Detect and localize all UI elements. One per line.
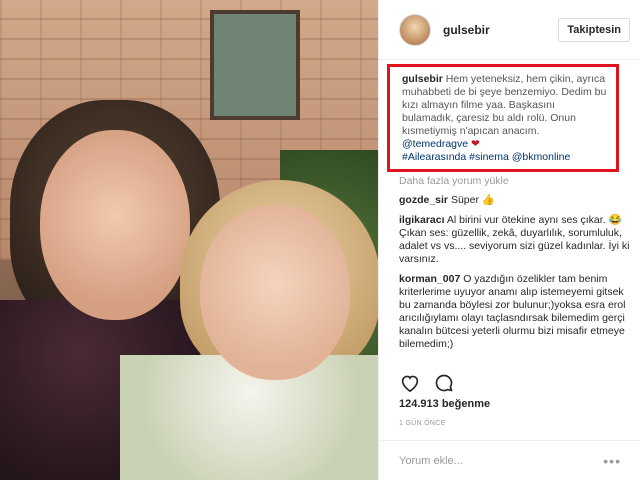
post-photo[interactable] — [0, 0, 378, 480]
caption-username[interactable]: gulsebir — [402, 73, 443, 85]
comment-username[interactable]: ilgikaracı — [399, 214, 445, 226]
caption-mention[interactable]: @bkmonline — [512, 151, 571, 163]
load-more-comments-link[interactable]: Daha fazla yorum yükle — [399, 175, 631, 187]
comment-item: ilgikaracı Al birini vur ötekine aynı se… — [399, 214, 631, 266]
comment-text: Süper 👍 — [450, 194, 495, 206]
likes-count[interactable]: 124.913 beğenme — [399, 398, 490, 410]
header-username[interactable]: gulsebir — [443, 23, 558, 37]
avatar[interactable] — [399, 13, 431, 46]
add-comment-bar: ••• — [379, 440, 640, 480]
caption-hashtag[interactable]: #Ailearasında — [402, 151, 466, 163]
comment-item: gozde_sir Süper 👍 — [399, 194, 631, 207]
caption-hashtag[interactable]: #sinema — [469, 151, 509, 163]
caption-highlight: gulsebir Hem yeteneksiz, hem çikin, ayrı… — [387, 64, 619, 172]
window-background — [210, 10, 300, 120]
comment-input[interactable] — [399, 454, 604, 467]
comment-item: korman_007 O yazdığın özelikler tam beni… — [399, 273, 631, 351]
post-timestamp[interactable]: 1 GÜN ÖNCE — [399, 420, 446, 427]
follow-button[interactable]: Takiptesin — [558, 17, 630, 42]
comments-list[interactable]: gulsebir Hem yeteneksiz, hem çikin, ayrı… — [379, 64, 640, 370]
caption: gulsebir Hem yeteneksiz, hem çikin, ayrı… — [402, 73, 608, 164]
post-actions — [379, 370, 640, 396]
person-left-face — [40, 130, 190, 320]
post-side-panel: gulsebir Takiptesin gulsebir Hem yetenek… — [378, 0, 640, 480]
post-header: gulsebir Takiptesin — [379, 0, 640, 60]
comment-username[interactable]: gozde_sir — [399, 194, 448, 206]
person-right-face — [200, 205, 350, 380]
ellipsis-icon[interactable]: ••• — [603, 453, 621, 469]
caption-mention[interactable]: @temedragve — [402, 138, 468, 150]
heart-outline-icon[interactable] — [399, 372, 421, 394]
speech-bubble-icon[interactable] — [433, 372, 455, 394]
heart-emoji-icon: ❤ — [471, 138, 480, 150]
comment-username[interactable]: korman_007 — [399, 273, 460, 285]
